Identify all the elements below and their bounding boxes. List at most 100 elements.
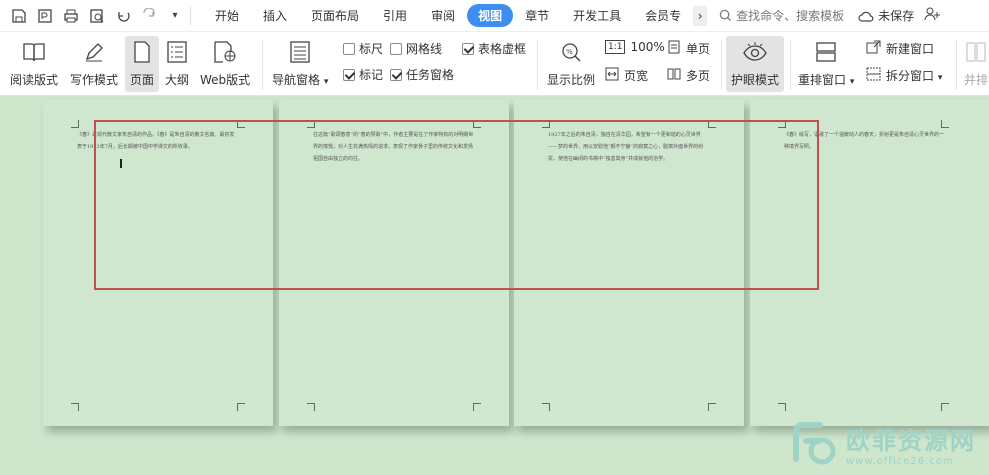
tab-references[interactable]: 引用 [371,4,419,27]
save-icon[interactable] [10,7,28,25]
single-page-label: 单页 [686,42,711,56]
divider [537,40,538,90]
tab-review[interactable]: 审阅 [419,4,467,27]
divider [956,40,957,90]
web-layout-button[interactable]: Web版式 [200,38,250,88]
rearrange-label: 重排窗口 ▾ [798,73,855,87]
zoom-icon: % [557,38,585,66]
document-canvas[interactable]: 《春》是现代散文家朱自清的作品。《春》是朱自清的散文名篇。最初发表于1933年7… [0,97,989,475]
zoom-100-label: 100% [630,40,665,54]
zoom-100-button[interactable]: 1:1 100% [605,40,665,54]
rearrange-windows-button[interactable]: 重排窗口 ▾ [798,38,854,88]
markup-checkbox[interactable]: 标记 [343,66,383,83]
search-label: 查找命令、搜索模板 [736,9,845,23]
divider [790,40,791,90]
tab-page-layout[interactable]: 页面布局 [299,4,371,27]
eye-icon [741,38,769,66]
one-to-one-icon: 1:1 [605,40,626,54]
side-by-side-label: 并排 [963,73,988,87]
tab-home[interactable]: 开始 [203,4,251,27]
tabs-scroll-right-icon[interactable]: › [693,5,708,26]
quick-access-toolbar: ▾ [0,7,184,25]
margin-mark [708,403,716,411]
eye-care-button[interactable]: 护眼模式 [726,36,784,92]
undo-icon[interactable] [114,7,132,25]
list-icon [286,38,314,66]
watermark-cn: 欧菲资源网 [846,427,976,455]
multi-page-button[interactable]: 多页 [667,67,710,84]
redo-icon[interactable] [140,7,158,25]
task-pane-checkbox[interactable]: 任务窗格 [390,66,454,83]
multi-page-label: 多页 [686,69,711,83]
write-mode-label: 写作模式 [70,73,119,87]
print-preview-icon[interactable] [88,7,106,25]
new-window-button[interactable]: 新建窗口 [866,40,934,57]
table-gridlines-check-box[interactable] [462,42,474,55]
cloud-status[interactable]: 未保存 [858,7,914,24]
tab-view[interactable]: 视图 [467,4,514,27]
site-watermark: 欧菲资源网 www.office26.com [790,419,976,469]
single-page-icon [667,40,681,57]
tab-chapter[interactable]: 章节 [513,4,561,27]
read-mode-button[interactable]: 阅读版式 [10,38,58,88]
rearrange-icon [812,38,840,66]
markup-label: 标记 [359,68,384,82]
cloud-icon [858,11,874,22]
write-mode-button[interactable]: 写作模式 [70,38,118,88]
tab-member[interactable]: 会员专 [633,4,693,27]
margin-mark [71,120,79,128]
web-layout-label: Web版式 [200,73,251,87]
book-icon [20,38,48,66]
page-width-button[interactable]: 页宽 [605,67,648,84]
print-icon[interactable] [62,7,80,25]
pen-icon [80,38,108,66]
new-window-icon [866,40,881,57]
tab-insert[interactable]: 插入 [251,4,299,27]
ruler-label: 标尺 [359,42,384,56]
task-pane-check-box[interactable] [390,68,402,81]
new-window-label: 新建窗口 [886,42,935,56]
markup-check-box[interactable] [343,68,355,81]
gridlines-checkbox[interactable]: 网格线 [390,40,442,57]
page-width-label: 页宽 [624,69,649,83]
command-search[interactable]: 查找命令、搜索模板 [719,7,844,24]
export-pdf-icon[interactable] [36,7,54,25]
margin-mark [941,120,949,128]
divider [190,6,191,25]
ruler-check-box[interactable] [343,42,355,55]
margin-mark [542,403,550,411]
single-page-button[interactable]: 单页 [667,40,710,57]
margin-mark [307,403,315,411]
zoom-ratio-button[interactable]: % 显示比例 [547,38,595,88]
side-by-side-button[interactable]: 并排 [962,38,989,88]
share-icon[interactable] [924,7,942,24]
watermark-en: www.office26.com [846,456,954,467]
gridlines-label: 网格线 [406,42,443,56]
watermark-text: 欧菲资源网 www.office26.com [846,421,976,467]
margin-mark [473,403,481,411]
margin-mark [778,403,786,411]
outline-icon [163,38,191,66]
globe-page-icon [211,38,239,66]
margin-mark [237,403,245,411]
outline-button[interactable]: 大纲 [163,38,191,88]
nav-pane-label: 导航窗格 ▾ [272,73,329,87]
divider [262,40,263,90]
gridlines-check-box[interactable] [390,42,402,55]
nav-pane-button[interactable]: 导航窗格 ▾ [272,38,328,88]
side-by-side-icon [962,38,989,66]
split-window-button[interactable]: 拆分窗口 ▾ [866,67,942,84]
ruler-checkbox[interactable]: 标尺 [343,40,383,57]
tab-developer[interactable]: 开发工具 [561,4,633,27]
page-view-label: 页面 [129,73,154,87]
task-pane-label: 任务窗格 [406,68,455,82]
table-gridlines-label: 表格虚框 [478,42,527,56]
margin-mark [941,403,949,411]
page-view-button[interactable]: 页面 [125,36,159,92]
logo-icon [793,422,836,465]
svg-text:%: % [566,48,573,56]
read-mode-label: 阅读版式 [10,73,59,87]
page-width-icon [605,67,619,84]
customize-toolbar-icon[interactable]: ▾ [166,7,184,25]
table-gridlines-checkbox[interactable]: 表格虚框 [462,40,526,57]
